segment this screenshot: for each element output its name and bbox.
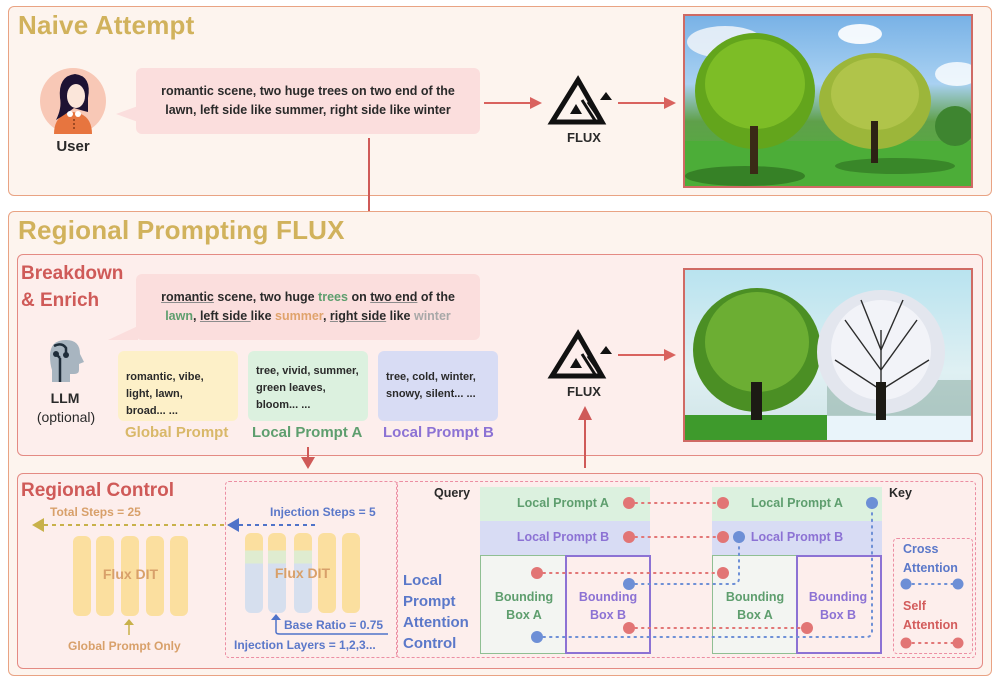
legend-self-attention-label: Self Attention bbox=[903, 599, 958, 632]
query-local-b-label: Local Prompt B bbox=[516, 530, 610, 544]
naive-prompt-line1: romantic scene, two huge trees on two en… bbox=[161, 84, 455, 98]
injection-steps-arrow bbox=[227, 518, 317, 532]
query-local-a-label: Local Prompt A bbox=[517, 496, 609, 510]
flux-dit-left-label: Flux DIT bbox=[102, 566, 159, 582]
key-bbox-a-label: Bounding Box A bbox=[725, 590, 785, 622]
self-attention-node bbox=[717, 497, 729, 509]
attention-control-title: Local Prompt Attention Control bbox=[403, 572, 469, 652]
enriched-prompt-line1: romantic scene, two huge trees on two en… bbox=[136, 288, 480, 307]
user-icon bbox=[40, 68, 106, 134]
self-attention-node bbox=[801, 622, 813, 634]
total-steps-arrow bbox=[32, 518, 230, 532]
key-bbox-b-label: Bounding Box B bbox=[808, 590, 868, 622]
local-prompt-b-card: tree, cold, winter, snowy, silent... ... bbox=[378, 351, 498, 421]
prompt-token: right side bbox=[329, 309, 387, 323]
prompt-token: on bbox=[347, 290, 371, 304]
query-label: Query bbox=[434, 486, 471, 500]
key-label: Key bbox=[889, 486, 912, 500]
naive-prompt-bubble: romantic scene, two huge trees on two en… bbox=[136, 68, 480, 134]
prompt-token: , bbox=[193, 309, 200, 323]
arrow-to-flux bbox=[578, 406, 592, 468]
injection-steps-label: Injection Steps = 5 bbox=[270, 505, 376, 519]
base-ratio-label: Base Ratio = 0.75 bbox=[284, 618, 384, 632]
key-local-a-label: Local Prompt A bbox=[751, 496, 843, 510]
arrow-to-regional-control bbox=[301, 447, 315, 469]
regional-output-image bbox=[683, 268, 973, 442]
self-attention-node bbox=[531, 567, 543, 579]
legend-self-attention-line bbox=[900, 637, 964, 649]
flux-dit-right-label: Flux DIT bbox=[274, 565, 331, 581]
legend-cross-attention-line bbox=[900, 578, 964, 590]
global-only-arrow bbox=[124, 619, 134, 635]
prompt-token: like bbox=[386, 309, 414, 323]
cross-attention-node bbox=[623, 578, 635, 590]
prompt-token: scene, two huge bbox=[213, 290, 319, 304]
self-attention-node bbox=[717, 567, 729, 579]
prompt-token: trees bbox=[318, 290, 348, 304]
flux-logo-icon bbox=[547, 329, 612, 379]
cross-attention-node bbox=[531, 631, 543, 643]
prompt-token: romantic bbox=[161, 290, 214, 304]
enriched-prompt-line2: lawn, left side like summer, right side … bbox=[136, 307, 480, 326]
flux-label: FLUX bbox=[567, 384, 601, 399]
user-label: User bbox=[56, 138, 90, 155]
prompt-token: two end bbox=[370, 290, 418, 304]
llm-head-icon bbox=[50, 340, 84, 382]
self-attention-node bbox=[623, 531, 635, 543]
naive-attempt-title: Naive Attempt bbox=[18, 10, 195, 40]
prompt-token: of the bbox=[417, 290, 455, 304]
bubble-tail bbox=[108, 326, 138, 340]
self-attention-node bbox=[623, 497, 635, 509]
naive-output-image bbox=[683, 14, 973, 188]
global-prompt-label: Global Prompt bbox=[125, 424, 229, 441]
enriched-prompt-bubble: romantic scene, two huge trees on two en… bbox=[136, 274, 480, 340]
local-prompt-a-label: Local Prompt A bbox=[252, 424, 363, 441]
local-prompt-a-card: tree, vivid, summer, green leaves, bloom… bbox=[248, 351, 368, 421]
breakdown-title: Breakdown & Enrich bbox=[21, 263, 124, 311]
llm-label: LLM bbox=[50, 390, 80, 406]
flux-logo-icon bbox=[547, 75, 612, 125]
regional-prompting-title: Regional Prompting FLUX bbox=[18, 215, 345, 245]
prompt-token: like bbox=[250, 309, 275, 323]
global-prompt-only-label: Global Prompt Only bbox=[68, 639, 181, 653]
cross-attention-node bbox=[733, 531, 745, 543]
global-prompt-card: romantic, vibe, light, lawn, broad... ..… bbox=[118, 351, 238, 421]
injection-layers-label: Injection Layers = 1,2,3... bbox=[234, 638, 376, 652]
flux-label: FLUX bbox=[567, 130, 601, 145]
prompt-token: summer bbox=[275, 309, 323, 323]
legend-cross-attention-label: Cross Attention bbox=[903, 542, 958, 575]
arrow-flux-to-image bbox=[618, 97, 676, 109]
prompt-token: left side bbox=[199, 309, 251, 323]
total-steps-label: Total Steps = 25 bbox=[50, 505, 141, 519]
user-avatar bbox=[40, 68, 106, 134]
prompt-token: , bbox=[322, 309, 330, 323]
summer-trees-illustration bbox=[685, 24, 971, 186]
regional-control-title: Regional Control bbox=[21, 480, 175, 501]
cross-attention-node bbox=[866, 497, 878, 509]
self-attention-node bbox=[623, 622, 635, 634]
query-bbox-b-label: Bounding Box B bbox=[578, 590, 638, 622]
self-attention-node bbox=[717, 531, 729, 543]
local-prompt-b-label: Local Prompt B bbox=[383, 424, 494, 441]
query-bbox-a-label: Bounding Box A bbox=[494, 590, 554, 622]
summer-winter-trees-illustration bbox=[685, 288, 971, 440]
arrow-prompt-to-flux bbox=[484, 97, 542, 109]
prompt-token: winter bbox=[413, 309, 451, 323]
bubble-tail bbox=[116, 106, 138, 122]
naive-prompt-line2: lawn, left side like summer, right side … bbox=[165, 103, 451, 117]
key-local-b-label: Local Prompt B bbox=[750, 530, 844, 544]
llm-optional-label: (optional) bbox=[36, 409, 96, 425]
prompt-token: lawn bbox=[165, 309, 193, 323]
arrow-flux-to-image bbox=[618, 349, 676, 361]
